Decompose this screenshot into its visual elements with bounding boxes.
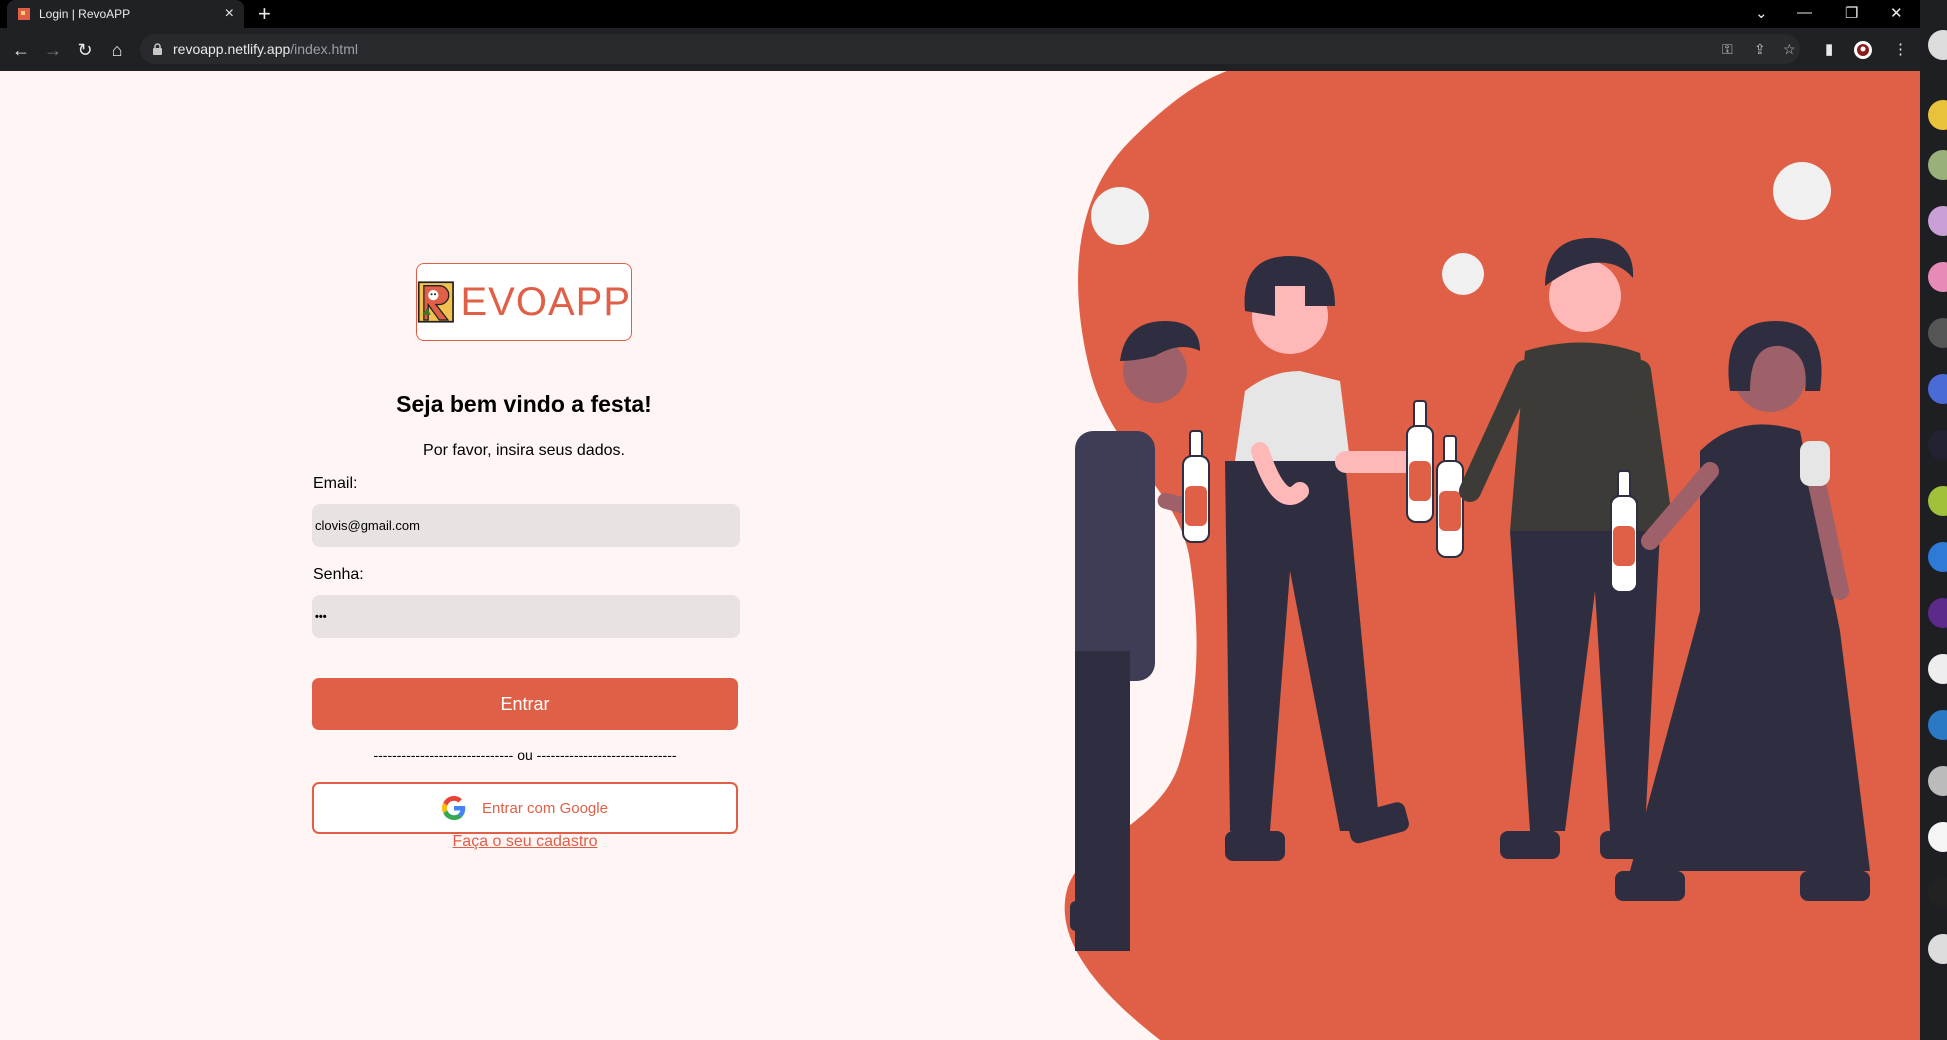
side-avatar[interactable] [1928, 30, 1947, 60]
forward-icon[interactable]: → [42, 39, 64, 61]
password-label: Senha: [313, 566, 364, 583]
side-avatar[interactable] [1928, 486, 1947, 516]
password-field[interactable]: ••• [312, 595, 740, 638]
google-login-label: Entrar com Google [482, 799, 608, 817]
side-avatar[interactable] [1928, 206, 1947, 236]
browser-toolbar: ← → ↻ ⌂ revoapp.netlify.app/index.html ⚿… [0, 28, 1920, 71]
email-value: clovis@gmail.com [315, 518, 420, 533]
email-label: Email: [313, 475, 358, 492]
star-icon[interactable]: ☆ [1783, 41, 1796, 58]
side-avatar[interactable] [1928, 100, 1947, 130]
side-avatar[interactable] [1928, 822, 1947, 852]
google-icon [442, 796, 466, 820]
key-icon[interactable]: ⚿ [1722, 41, 1733, 58]
minimize-icon[interactable]: — [1797, 4, 1812, 21]
logo-text: EVOAPP [460, 279, 631, 324]
red-panda-logo-icon [417, 281, 454, 323]
side-app-strip [1920, 0, 1947, 1040]
side-avatar[interactable] [1928, 374, 1947, 404]
page-content: EVOAPP Seja bem vindo a festa! Por favor… [0, 71, 1920, 1040]
or-divider: ------------------------------ ou ------… [373, 747, 677, 763]
login-button[interactable]: Entrar [312, 678, 738, 730]
browser-titlebar: Login | RevoAPP × + ⌄ — ❐ ✕ [0, 0, 1920, 28]
bubble [1091, 187, 1149, 245]
google-login-button[interactable]: Entrar com Google [312, 782, 738, 834]
side-avatar[interactable] [1928, 654, 1947, 684]
side-avatar[interactable] [1928, 150, 1947, 180]
new-tab-button[interactable]: + [258, 3, 271, 25]
revoapp-logo: EVOAPP [416, 263, 632, 341]
profile-icon[interactable] [1853, 40, 1873, 60]
signup-link[interactable]: Faça o seu cadastro [312, 833, 738, 851]
side-avatar[interactable] [1928, 430, 1947, 460]
party-illustration [1064, 71, 1920, 1040]
side-avatar[interactable] [1928, 878, 1947, 908]
address-bar[interactable]: revoapp.netlify.app/index.html ⚿ ⇪ ☆ [140, 34, 1800, 64]
tab-title: Login | RevoAPP [39, 7, 131, 21]
close-window-icon[interactable]: ✕ [1890, 4, 1903, 22]
side-avatar[interactable] [1928, 262, 1947, 292]
side-avatar[interactable] [1928, 598, 1947, 628]
restore-icon[interactable]: ❐ [1845, 4, 1858, 22]
sidepanel-icon[interactable]: ▮ [1825, 40, 1833, 58]
reload-icon[interactable]: ↻ [74, 39, 96, 61]
url-host: revoapp.netlify.app [173, 41, 291, 57]
side-avatar[interactable] [1928, 318, 1947, 348]
side-avatar[interactable] [1928, 710, 1947, 740]
side-avatar[interactable] [1928, 934, 1947, 964]
menu-icon[interactable]: ⋮ [1893, 40, 1908, 58]
side-avatar[interactable] [1928, 542, 1947, 572]
share-icon[interactable]: ⇪ [1754, 41, 1766, 58]
browser-tab[interactable]: Login | RevoAPP × [7, 0, 244, 28]
tab-close-icon[interactable]: × [225, 6, 234, 22]
url-path: /index.html [290, 41, 358, 57]
page-title: Seja bem vindo a festa! [396, 391, 652, 417]
lock-icon[interactable] [152, 42, 163, 56]
back-icon[interactable]: ← [10, 39, 32, 61]
tab-search-icon[interactable]: ⌄ [1755, 4, 1768, 22]
email-field[interactable]: clovis@gmail.com [312, 504, 740, 547]
bubble [1773, 162, 1831, 220]
home-icon[interactable]: ⌂ [106, 39, 128, 61]
revoapp-favicon-icon [18, 8, 30, 20]
password-value: ••• [315, 610, 327, 623]
page-subtitle: Por favor, insira seus dados. [423, 442, 625, 459]
side-avatar[interactable] [1928, 766, 1947, 796]
bubble [1442, 253, 1484, 295]
